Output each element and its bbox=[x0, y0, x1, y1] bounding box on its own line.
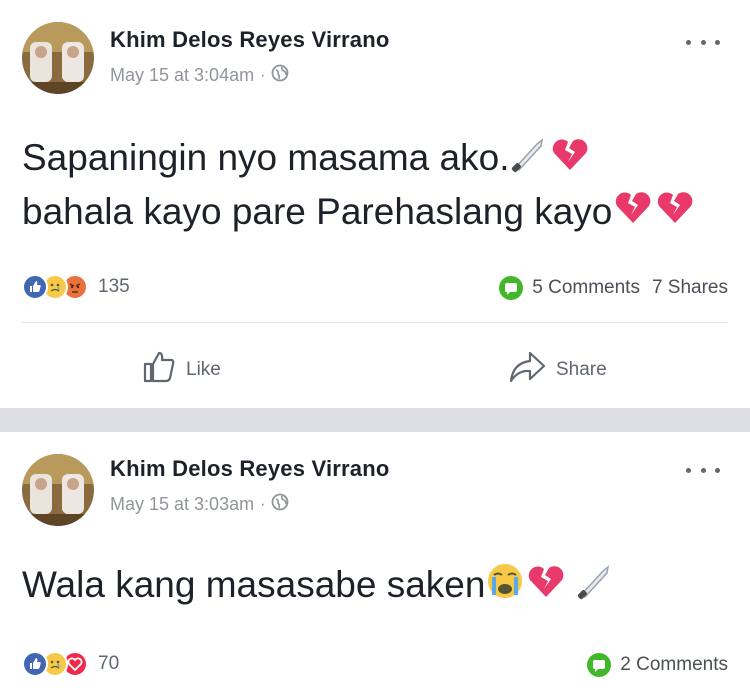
reactions-summary[interactable]: 70 bbox=[22, 651, 119, 677]
globe-icon bbox=[271, 64, 289, 87]
reaction-count: 70 bbox=[98, 653, 120, 674]
broken-heart-icon bbox=[654, 187, 696, 240]
more-options-icon[interactable] bbox=[686, 32, 720, 52]
meta-separator: · bbox=[260, 495, 266, 513]
broken-heart-icon bbox=[549, 134, 591, 187]
broken-heart-icon bbox=[525, 561, 567, 614]
avatar[interactable] bbox=[22, 454, 94, 526]
post-stats: 5 Comments 7 Shares bbox=[498, 275, 728, 301]
avatar[interactable] bbox=[22, 22, 94, 94]
comment-bubble-icon bbox=[498, 275, 524, 301]
share-button[interactable]: Share bbox=[508, 350, 607, 390]
thumbs-up-icon bbox=[142, 350, 176, 390]
reaction-count: 135 bbox=[98, 276, 130, 297]
reactions-summary[interactable]: 135 bbox=[22, 274, 130, 300]
post-card: Khim Delos Reyes Virrano May 15 at 3:03a… bbox=[0, 432, 750, 698]
like-reaction-icon bbox=[22, 651, 48, 677]
post-text-line: Wala kang masasabe saken bbox=[22, 564, 486, 605]
comment-bubble-icon bbox=[586, 652, 612, 678]
share-arrow-icon bbox=[508, 350, 546, 390]
post-text: Wala kang masasabe saken bbox=[22, 560, 615, 614]
timestamp[interactable]: May 15 at 3:03am bbox=[110, 494, 254, 515]
like-button[interactable]: Like bbox=[142, 350, 221, 390]
share-label: Share bbox=[556, 359, 607, 380]
more-options-icon[interactable] bbox=[686, 460, 720, 480]
author-name[interactable]: Khim Delos Reyes Virrano bbox=[110, 27, 390, 53]
post-meta: May 15 at 3:03am · bbox=[110, 493, 289, 516]
post-text-line: bahala kayo pare Parehaslang kayo bbox=[22, 190, 613, 232]
post-text-line: Sapaningin nyo masama ako. bbox=[22, 137, 510, 178]
post-text: Sapaningin nyo masama ako. bahala kayo p… bbox=[22, 133, 696, 240]
shares-count[interactable]: 7 Shares bbox=[652, 277, 728, 299]
post-card: Khim Delos Reyes Virrano May 15 at 3:04a… bbox=[0, 0, 750, 408]
globe-icon bbox=[271, 493, 289, 516]
feed-separator bbox=[0, 408, 750, 432]
knife-emoji-icon bbox=[575, 561, 615, 614]
meta-separator: · bbox=[260, 66, 266, 84]
knife-emoji-icon bbox=[509, 134, 549, 187]
author-name[interactable]: Khim Delos Reyes Virrano bbox=[110, 456, 390, 482]
divider bbox=[22, 322, 728, 323]
post-meta: May 15 at 3:04am · bbox=[110, 64, 289, 87]
comments-count[interactable]: 2 Comments bbox=[620, 654, 728, 676]
broken-heart-icon bbox=[612, 187, 654, 240]
comments-count[interactable]: 5 Comments bbox=[532, 277, 640, 299]
crying-face-icon bbox=[485, 561, 525, 614]
post-stats: 2 Comments bbox=[586, 652, 728, 678]
timestamp[interactable]: May 15 at 3:04am bbox=[110, 65, 254, 86]
like-label: Like bbox=[186, 359, 221, 380]
like-reaction-icon bbox=[22, 274, 48, 300]
